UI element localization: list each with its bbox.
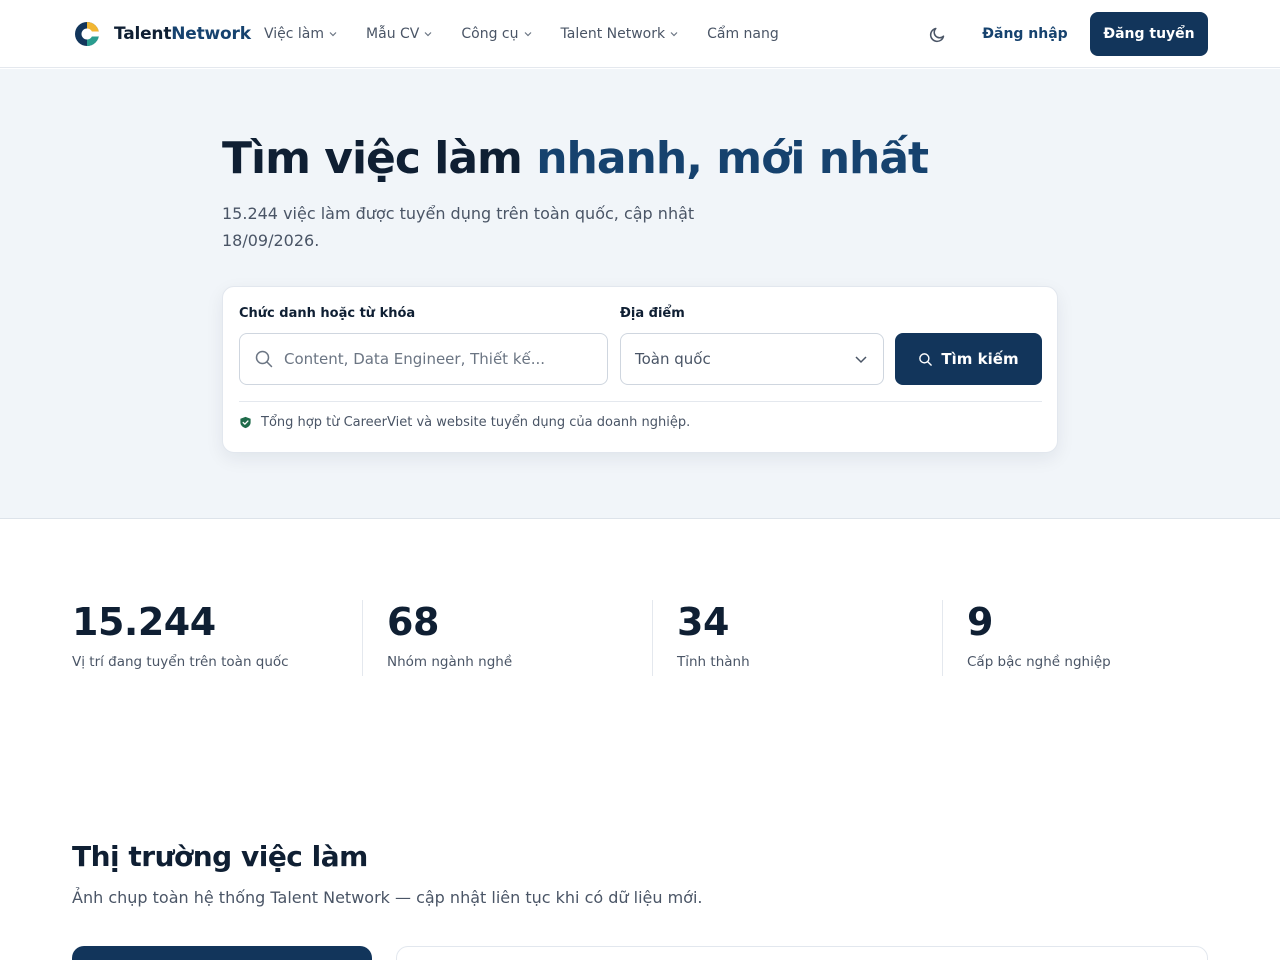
shield-check-icon	[240, 416, 251, 429]
market-section-subtitle: Ảnh chụp toàn hệ thống Talent Network — …	[72, 888, 703, 907]
stat-value: 68	[387, 600, 439, 644]
search-icon	[919, 352, 933, 366]
market-detail-card	[396, 946, 1208, 960]
hero-section: Tìm việc làm nhanh, mới nhất 15.244 việc…	[0, 69, 1280, 519]
stat-provinces: 34 Tỉnh thành	[652, 600, 922, 676]
chevron-down-icon	[424, 32, 432, 37]
chevron-down-icon	[670, 32, 678, 37]
job-search-card: Chức danh hoặc từ khóa Địa điểm Toàn quố…	[222, 286, 1058, 453]
search-card-divider	[239, 401, 1042, 402]
chevron-down-icon	[329, 32, 337, 37]
location-label: Địa điểm	[620, 306, 685, 321]
search-icon	[255, 350, 273, 368]
nav-item-jobs[interactable]: Việc làm	[264, 26, 338, 42]
stat-open-positions: 15.244 Vị trí đang tuyển trên toàn quốc	[72, 600, 342, 676]
source-note: Tổng hợp từ CareerViet và website tuyển …	[239, 415, 690, 430]
stat-value: 9	[967, 600, 993, 644]
hero-subtitle: 15.244 việc làm được tuyển dụng trên toà…	[222, 204, 695, 250]
moon-icon	[929, 27, 945, 43]
post-job-button[interactable]: Đăng tuyển	[1090, 12, 1208, 56]
location-select-value: Toàn quốc	[635, 350, 711, 368]
keyword-label: Chức danh hoặc từ khóa	[239, 306, 416, 321]
keyword-search-input[interactable]	[284, 350, 584, 368]
nav-item-tools[interactable]: Công cụ	[461, 26, 532, 42]
location-select[interactable]: Toàn quốc	[620, 333, 884, 385]
main-nav: Việc làm Mẫu CV Công cụ Talent Network C…	[264, 22, 807, 46]
login-button[interactable]: Đăng nhập	[976, 20, 1074, 48]
brand-logo-link[interactable]: TalentNetwork	[74, 20, 251, 48]
chevron-down-icon	[524, 32, 531, 37]
stat-value: 15.244	[72, 600, 216, 644]
brand-name: TalentNetwork	[114, 24, 251, 44]
market-summary-card	[72, 946, 372, 960]
stat-industries: 68 Nhóm ngành nghề	[362, 600, 632, 676]
stat-label: Tỉnh thành	[677, 654, 750, 670]
theme-toggle-button[interactable]	[926, 22, 950, 46]
hero-title: Tìm việc làm nhanh, mới nhất	[222, 133, 929, 184]
stat-career-levels: 9 Cấp bậc nghề nghiệp	[942, 600, 1208, 676]
keyword-input-wrapper	[239, 333, 608, 385]
nav-item-talent-network[interactable]: Talent Network	[561, 26, 680, 42]
chevron-down-icon	[855, 356, 867, 364]
top-navbar: TalentNetwork Việc làm Mẫu CV Công cụ Ta…	[0, 0, 1280, 68]
search-button[interactable]: Tìm kiếm	[895, 333, 1042, 385]
stat-label: Cấp bậc nghề nghiệp	[967, 654, 1111, 670]
stat-value: 34	[677, 600, 729, 644]
stat-label: Nhóm ngành nghề	[387, 654, 513, 670]
nav-item-cv-templates[interactable]: Mẫu CV	[366, 26, 433, 42]
nav-item-handbook[interactable]: Cẩm nang	[707, 26, 779, 42]
market-section-title: Thị trường việc làm	[72, 840, 368, 873]
talentnetwork-logo-icon	[75, 22, 99, 46]
stat-label: Vị trí đang tuyển trên toàn quốc	[72, 654, 289, 670]
